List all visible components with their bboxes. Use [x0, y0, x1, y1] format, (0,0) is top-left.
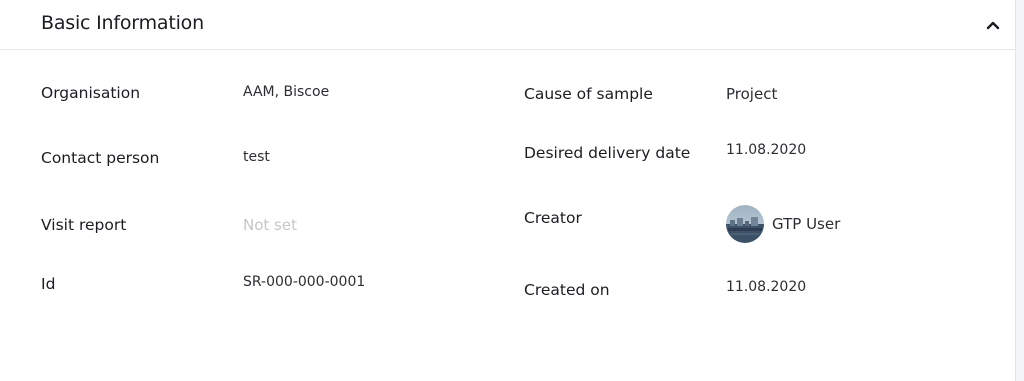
creator-label: Creator	[524, 209, 582, 227]
organisation-value: AAM, Biscoe	[243, 84, 330, 100]
visit-report-label: Visit report	[41, 216, 127, 234]
desired-delivery-date-value: 11.08.2020	[726, 142, 807, 158]
cause-of-sample-value: Project	[726, 85, 778, 103]
desired-delivery-date-label: Desired delivery date	[524, 144, 691, 162]
basic-information-card: Basic Information Organisation AAM, Bisc…	[0, 0, 1016, 381]
created-on-label: Created on	[524, 281, 610, 299]
organisation-label: Organisation	[41, 84, 141, 102]
chevron-up-icon	[980, 12, 1006, 38]
id-label: Id	[41, 275, 56, 293]
id-value: SR-000-000-0001	[243, 274, 366, 290]
contact-person-label: Contact person	[41, 149, 160, 167]
section-title: Basic Information	[41, 12, 204, 34]
card-header: Basic Information	[0, 0, 1016, 50]
creator-chip[interactable]: GTP User	[726, 205, 840, 243]
contact-person-value: test	[243, 149, 270, 165]
visit-report-value: Not set	[243, 216, 297, 234]
cause-of-sample-label: Cause of sample	[524, 85, 653, 103]
collapse-button[interactable]	[980, 12, 1006, 38]
created-on-value: 11.08.2020	[726, 279, 807, 295]
creator-name: GTP User	[772, 215, 841, 233]
avatar	[726, 205, 764, 243]
